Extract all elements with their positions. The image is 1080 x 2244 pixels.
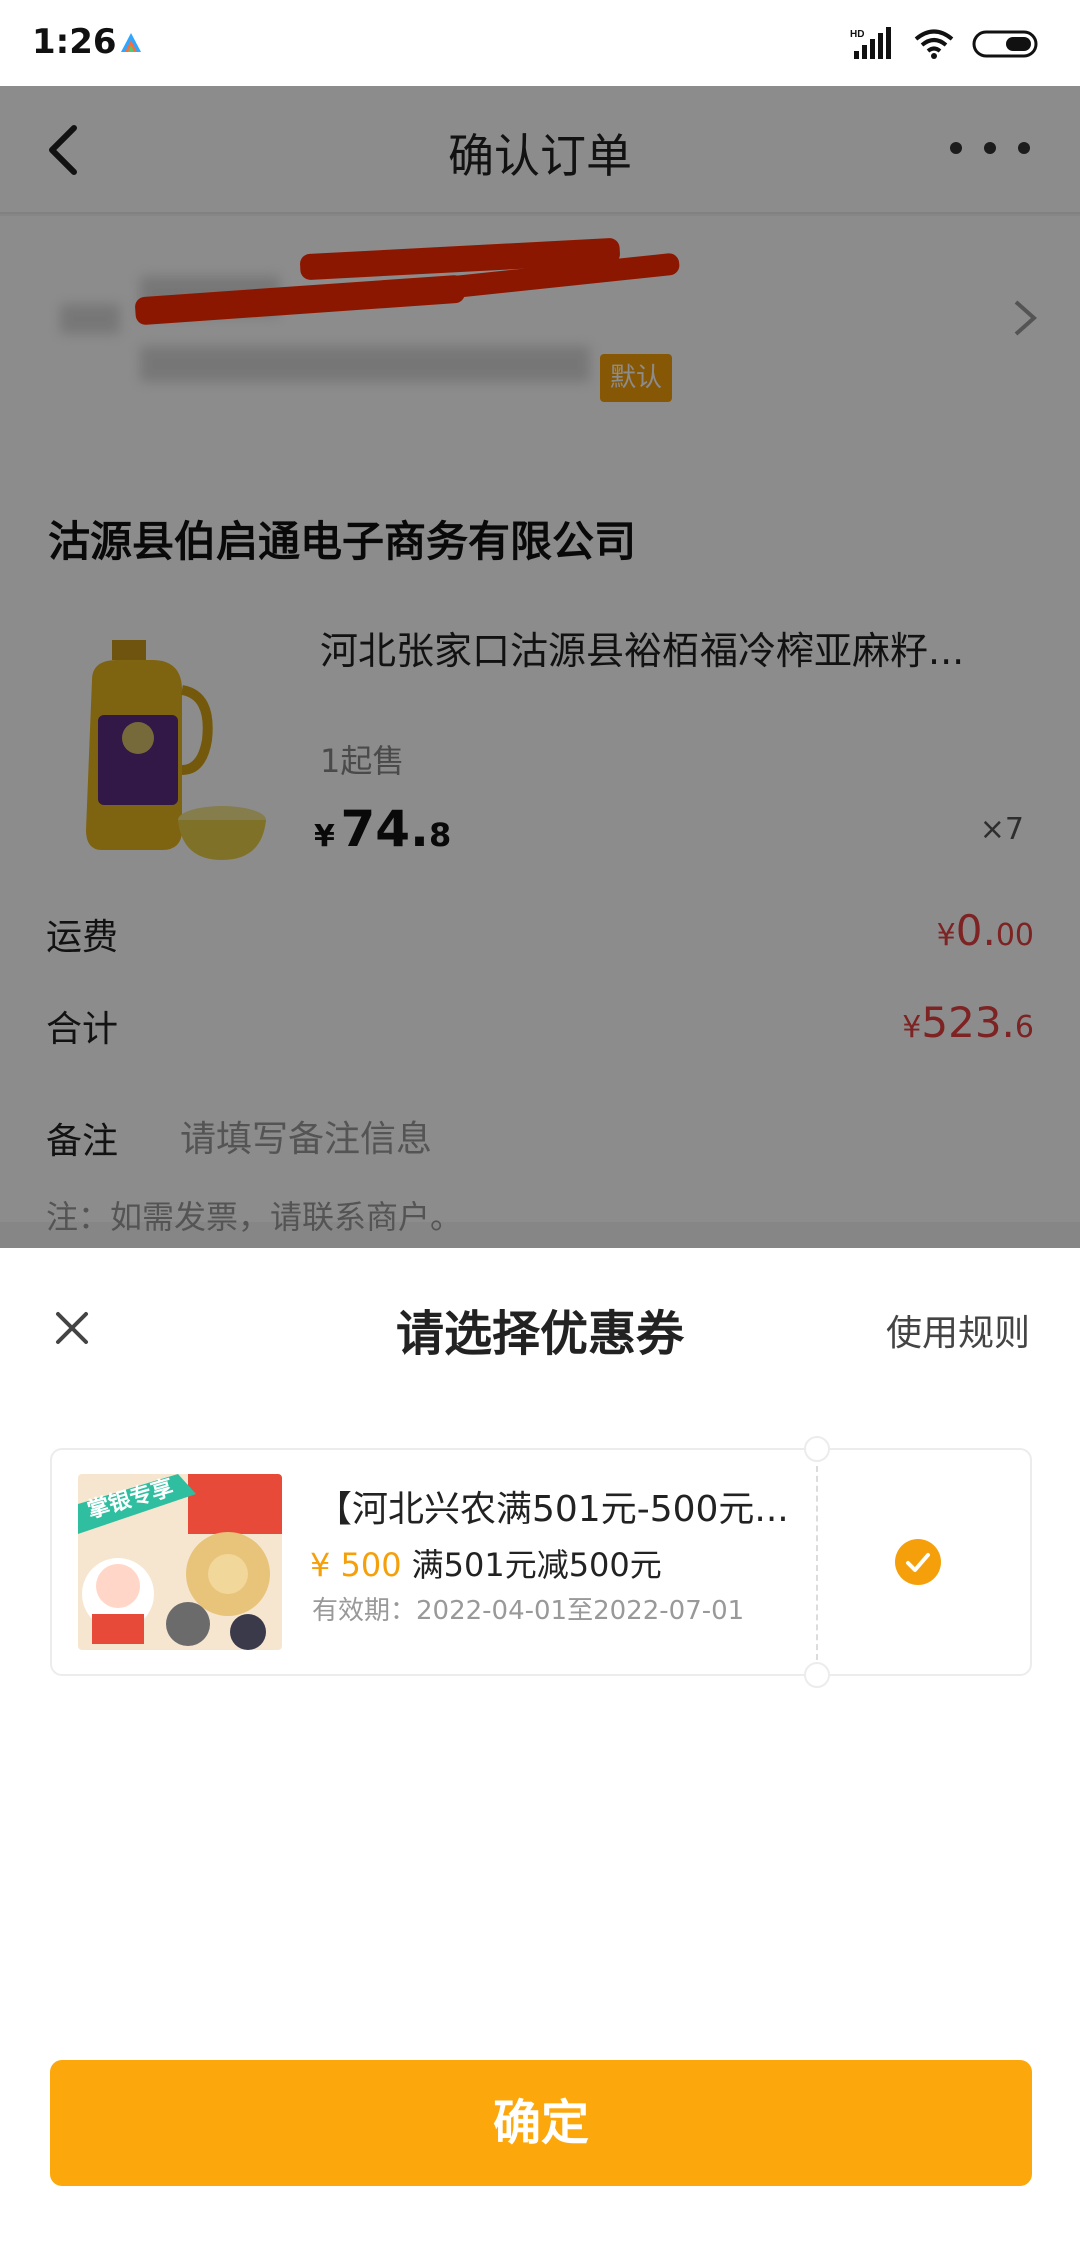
coupon-notch [804,1662,830,1688]
coupon-divider [816,1466,818,1660]
signal-icon: HD [850,27,891,59]
battery-icon [972,30,1038,58]
status-bar: 1:26 HD [0,0,1080,86]
check-circle-icon[interactable] [894,1538,942,1586]
coupon-amount: ¥ 500 满501元减500元 [310,1540,662,1586]
coupon-value: ¥ 500 [310,1546,402,1584]
coupon-sheet: 请选择优惠券 使用规则 掌银专享 【河北兴农满501元-500元... ¥ 50 [0,1248,1080,2244]
coupon-condition: 满501元减500元 [411,1546,662,1584]
coupon-image: 掌银专享 [78,1474,282,1650]
coupon-card[interactable]: 掌银专享 【河北兴农满501元-500元... ¥ 500 满501元减500元 … [50,1436,1032,1688]
wifi-icon [914,29,954,59]
confirm-button[interactable]: 确定 [50,2060,1032,2186]
usage-rules-link[interactable]: 使用规则 [886,1304,1030,1356]
modal-overlay[interactable] [0,86,1080,1248]
app-notification-icon [121,33,141,52]
status-time: 1:26 [32,22,117,62]
svg-text:HD: HD [850,29,864,40]
coupon-title: 【河北兴农满501元-500元... [316,1489,789,1530]
coupon-validity: 有效期：2022-04-01至2022-07-01 [312,1596,745,1626]
coupon-notch [804,1436,830,1462]
status-icons: HD [850,26,1042,62]
